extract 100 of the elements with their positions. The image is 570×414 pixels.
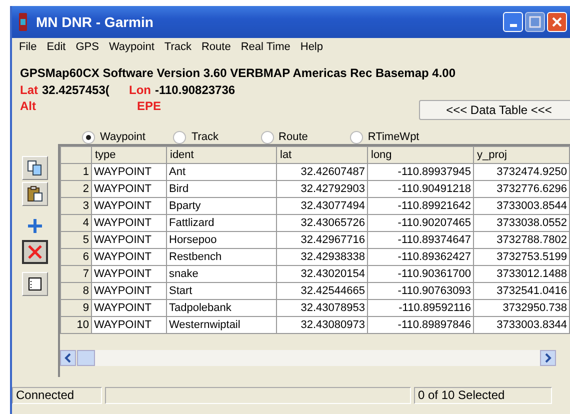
menu-item[interactable]: Real Time (236, 40, 296, 58)
lat-value: 32.4257453( (42, 83, 110, 97)
column-header[interactable]: lat (276, 146, 368, 164)
radio-icon[interactable] (260, 130, 274, 144)
table-cell: 3733003.8544 (474, 198, 570, 214)
delete-icon[interactable] (22, 240, 48, 264)
table-cell: 32.43080973 (276, 316, 368, 334)
radio-icon[interactable] (350, 130, 363, 144)
copy-icon[interactable] (22, 156, 48, 180)
table-cell: 3732950.738 (474, 300, 570, 316)
close-button[interactable] (547, 12, 567, 32)
row-number: 7 (60, 266, 92, 282)
table-cell: Horsepoo (166, 232, 276, 248)
data-table-button[interactable]: <<< Data Table <<< (419, 100, 570, 120)
table-cell: 32.42607487 (276, 164, 368, 180)
mode-radio[interactable]: RTimeWpt (350, 130, 420, 144)
column-header[interactable]: y_proj (474, 146, 570, 164)
minimize-button[interactable] (503, 12, 523, 32)
table-cell: Westernwiptail (166, 316, 276, 334)
table-cell: 3733003.8344 (474, 316, 570, 334)
table-cell: -110.90491218 (368, 180, 474, 198)
table-cell: -110.89921642 (368, 198, 474, 214)
table-cell: WAYPOINT (92, 248, 166, 266)
table-cell: WAYPOINT (92, 198, 166, 214)
paste-icon[interactable] (22, 182, 48, 206)
table-cell: 3732776.6296 (474, 180, 570, 198)
table-cell: WAYPOINT (92, 214, 166, 232)
table-cell: 32.42938338 (276, 248, 368, 266)
table-cell: WAYPOINT (92, 164, 166, 180)
menu-item[interactable]: Track (159, 40, 196, 58)
table-cell: Restbench (166, 248, 276, 266)
table-cell: 3733012.1488 (474, 266, 570, 282)
row-number: 2 (60, 180, 92, 198)
row-number: 4 (60, 214, 92, 232)
table-cell: -110.89937945 (368, 164, 474, 180)
mode-radio[interactable]: Waypoint (82, 130, 146, 144)
menu-item[interactable]: File (14, 40, 42, 58)
app-icon (18, 13, 28, 31)
lat-label: Lat (20, 83, 38, 97)
radio-icon[interactable] (173, 130, 186, 144)
table-cell: WAYPOINT (92, 266, 166, 282)
row-number: 8 (60, 282, 92, 300)
column-header[interactable]: type (92, 146, 166, 164)
table-cell: WAYPOINT (92, 282, 166, 300)
menu-item[interactable]: Edit (42, 40, 71, 58)
table-cell: Bparty (166, 198, 276, 214)
row-number: 5 (60, 232, 92, 248)
column-header[interactable]: ident (166, 146, 276, 164)
table-cell: WAYPOINT (92, 316, 166, 334)
table-cell: 3732788.7802 (474, 232, 570, 248)
lon-value: -110.90823736 (155, 83, 236, 97)
mode-radio[interactable]: Route (260, 130, 308, 144)
table-cell: Tadpolebank (166, 300, 276, 316)
table-cell: Bird (166, 180, 276, 198)
row-number: 6 (60, 248, 92, 266)
close-icon (551, 16, 563, 28)
table-cell: 32.42792903 (276, 180, 368, 198)
epe-label: EPE (137, 99, 162, 113)
table-cell: -110.90207465 (368, 214, 474, 232)
window-icon[interactable] (22, 272, 48, 296)
table-cell: snake (166, 266, 276, 282)
table-cell: Ant (166, 164, 276, 180)
table-cell: Fattlizard (166, 214, 276, 232)
status-text: Connected (12, 387, 102, 404)
table-cell: 3732474.9250 (474, 164, 570, 180)
table-cell: Start (166, 282, 276, 300)
maximize-button[interactable] (525, 12, 545, 32)
table-cell: 3732753.5199 (474, 248, 570, 266)
row-number: 9 (60, 300, 92, 316)
menu-item[interactable]: Route (196, 40, 236, 58)
table-cell: 32.43078953 (276, 300, 368, 316)
menu-item[interactable]: Help (295, 40, 328, 58)
window-title: MN DNR - Garmin (36, 14, 154, 30)
column-header[interactable]: long (368, 146, 474, 164)
lon-label: Lon (129, 83, 151, 97)
minimize-icon (510, 24, 516, 27)
table-cell: -110.89362427 (368, 248, 474, 266)
radio-icon[interactable] (82, 130, 95, 144)
scroll-right-button[interactable] (540, 350, 556, 366)
row-number: 3 (60, 198, 92, 214)
row-number: 10 (60, 316, 92, 334)
table-cell: WAYPOINT (92, 232, 166, 248)
table-cell: 32.42544665 (276, 282, 368, 300)
scroll-left-button[interactable] (60, 350, 76, 366)
table-cell: WAYPOINT (92, 300, 166, 316)
scroll-thumb[interactable] (77, 350, 95, 366)
table-cell: -110.90361700 (368, 266, 474, 282)
selection-count: 0 of 10 Selected (414, 387, 552, 404)
table-cell: 32.43077494 (276, 198, 368, 214)
row-number: 1 (60, 164, 92, 180)
table-cell: 32.42967716 (276, 232, 368, 248)
menu-item[interactable]: Waypoint (104, 40, 160, 58)
mode-radio[interactable]: Track (173, 130, 219, 144)
version-text: GPSMap60CX Software Version 3.60 VERBMAP Americas Rec Basemap 4.00 (20, 66, 457, 82)
table-cell: WAYPOINT (92, 180, 166, 198)
table-cell: 32.43065726 (276, 214, 368, 232)
table-cell: -110.90763093 (368, 282, 474, 300)
menu-item[interactable]: GPS (70, 40, 104, 58)
table-cell: 3732541.0416 (474, 282, 570, 300)
table-cell: 32.43020154 (276, 266, 368, 282)
